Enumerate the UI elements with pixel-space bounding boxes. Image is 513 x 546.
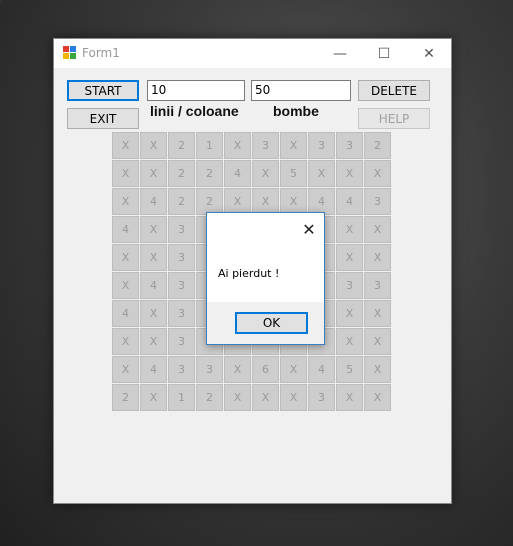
grid-cell[interactable]: 4	[140, 272, 167, 299]
grid-cell[interactable]: 3	[168, 328, 195, 355]
grid-cell[interactable]: X	[252, 188, 279, 215]
grid-cell[interactable]: 3	[168, 356, 195, 383]
grid-cell[interactable]: X	[140, 300, 167, 327]
grid-cell[interactable]: 3	[168, 244, 195, 271]
grid-cell[interactable]: X	[112, 328, 139, 355]
maximize-button[interactable]: ☐	[361, 39, 407, 68]
form-app-icon	[63, 46, 76, 59]
grid-cell[interactable]: X	[140, 160, 167, 187]
title-bar[interactable]: Form1 — ☐ ✕	[54, 39, 451, 68]
grid-cell[interactable]: 2	[196, 384, 223, 411]
grid-cell[interactable]: X	[252, 384, 279, 411]
grid-cell[interactable]: 3	[168, 216, 195, 243]
grid-cell[interactable]: X	[112, 188, 139, 215]
start-button[interactable]: START	[67, 80, 139, 101]
window-title: Form1	[82, 46, 120, 60]
grid-cell[interactable]: X	[280, 188, 307, 215]
ok-button[interactable]: OK	[235, 312, 308, 334]
grid-cell[interactable]: X	[336, 160, 363, 187]
grid-cell[interactable]: 4	[112, 216, 139, 243]
grid-cell[interactable]: X	[364, 356, 391, 383]
grid-cell[interactable]: 2	[168, 188, 195, 215]
grid-cell[interactable]: X	[336, 244, 363, 271]
grid-cell[interactable]: X	[364, 244, 391, 271]
delete-button[interactable]: DELETE	[358, 80, 430, 101]
grid-cell[interactable]: X	[224, 188, 251, 215]
rows-cols-input[interactable]: 10	[147, 80, 245, 101]
grid-cell[interactable]: X	[336, 384, 363, 411]
grid-cell[interactable]: 4	[140, 356, 167, 383]
grid-cell[interactable]: X	[112, 160, 139, 187]
dialog-message: Ai pierdut !	[218, 267, 280, 280]
grid-cell[interactable]: X	[140, 384, 167, 411]
rows-cols-label: linii / coloane	[150, 103, 239, 119]
grid-cell[interactable]: 4	[224, 160, 251, 187]
bombs-label: bombe	[273, 103, 319, 119]
grid-cell[interactable]: 3	[168, 300, 195, 327]
grid-cell[interactable]: X	[364, 160, 391, 187]
grid-cell[interactable]: X	[224, 356, 251, 383]
grid-cell[interactable]: 2	[196, 160, 223, 187]
grid-cell[interactable]: 3	[364, 272, 391, 299]
grid-cell[interactable]: 3	[308, 132, 335, 159]
grid-cell[interactable]: X	[308, 160, 335, 187]
grid-cell[interactable]: 3	[252, 132, 279, 159]
grid-cell[interactable]: X	[364, 384, 391, 411]
grid-cell[interactable]: X	[224, 132, 251, 159]
grid-cell[interactable]: 5	[336, 356, 363, 383]
grid-cell[interactable]: X	[112, 244, 139, 271]
grid-cell[interactable]: X	[280, 384, 307, 411]
grid-cell[interactable]: X	[112, 272, 139, 299]
grid-cell[interactable]: 2	[364, 132, 391, 159]
grid-cell[interactable]: 5	[280, 160, 307, 187]
dialog-close-icon[interactable]: ✕	[299, 219, 319, 239]
grid-cell[interactable]: X	[140, 328, 167, 355]
grid-cell[interactable]: 4	[112, 300, 139, 327]
grid-cell[interactable]: 3	[336, 272, 363, 299]
message-dialog: ✕ Ai pierdut ! OK	[206, 212, 325, 345]
grid-cell[interactable]: 4	[308, 188, 335, 215]
grid-cell[interactable]: X	[336, 216, 363, 243]
grid-cell[interactable]: X	[140, 216, 167, 243]
grid-cell[interactable]: 4	[336, 188, 363, 215]
grid-cell[interactable]: X	[140, 132, 167, 159]
grid-cell[interactable]: X	[252, 160, 279, 187]
exit-button[interactable]: EXIT	[67, 108, 139, 129]
grid-cell[interactable]: 3	[364, 188, 391, 215]
grid-cell[interactable]: 3	[196, 356, 223, 383]
grid-cell[interactable]: 2	[168, 160, 195, 187]
grid-cell[interactable]: 3	[336, 132, 363, 159]
grid-cell[interactable]: 3	[308, 384, 335, 411]
grid-cell[interactable]: 2	[168, 132, 195, 159]
grid-cell[interactable]: 3	[168, 272, 195, 299]
grid-cell[interactable]: 4	[140, 188, 167, 215]
help-button[interactable]: HELP	[358, 108, 430, 129]
grid-cell[interactable]: X	[112, 356, 139, 383]
grid-cell[interactable]: X	[364, 300, 391, 327]
grid-cell[interactable]: 1	[196, 132, 223, 159]
minimize-button[interactable]: —	[317, 39, 363, 68]
grid-cell[interactable]: 1	[168, 384, 195, 411]
grid-cell[interactable]: 4	[308, 356, 335, 383]
bombs-input[interactable]: 50	[251, 80, 351, 101]
grid-cell[interactable]: X	[280, 132, 307, 159]
grid-cell[interactable]: 2	[112, 384, 139, 411]
grid-cell[interactable]: X	[140, 244, 167, 271]
grid-cell[interactable]: X	[364, 216, 391, 243]
grid-cell[interactable]: 6	[252, 356, 279, 383]
grid-cell[interactable]: X	[224, 384, 251, 411]
grid-cell[interactable]: X	[364, 328, 391, 355]
grid-cell[interactable]: X	[336, 328, 363, 355]
grid-cell[interactable]: X	[112, 132, 139, 159]
grid-cell[interactable]: X	[336, 300, 363, 327]
close-button[interactable]: ✕	[406, 39, 452, 68]
grid-cell[interactable]: 2	[196, 188, 223, 215]
grid-cell[interactable]: X	[280, 356, 307, 383]
